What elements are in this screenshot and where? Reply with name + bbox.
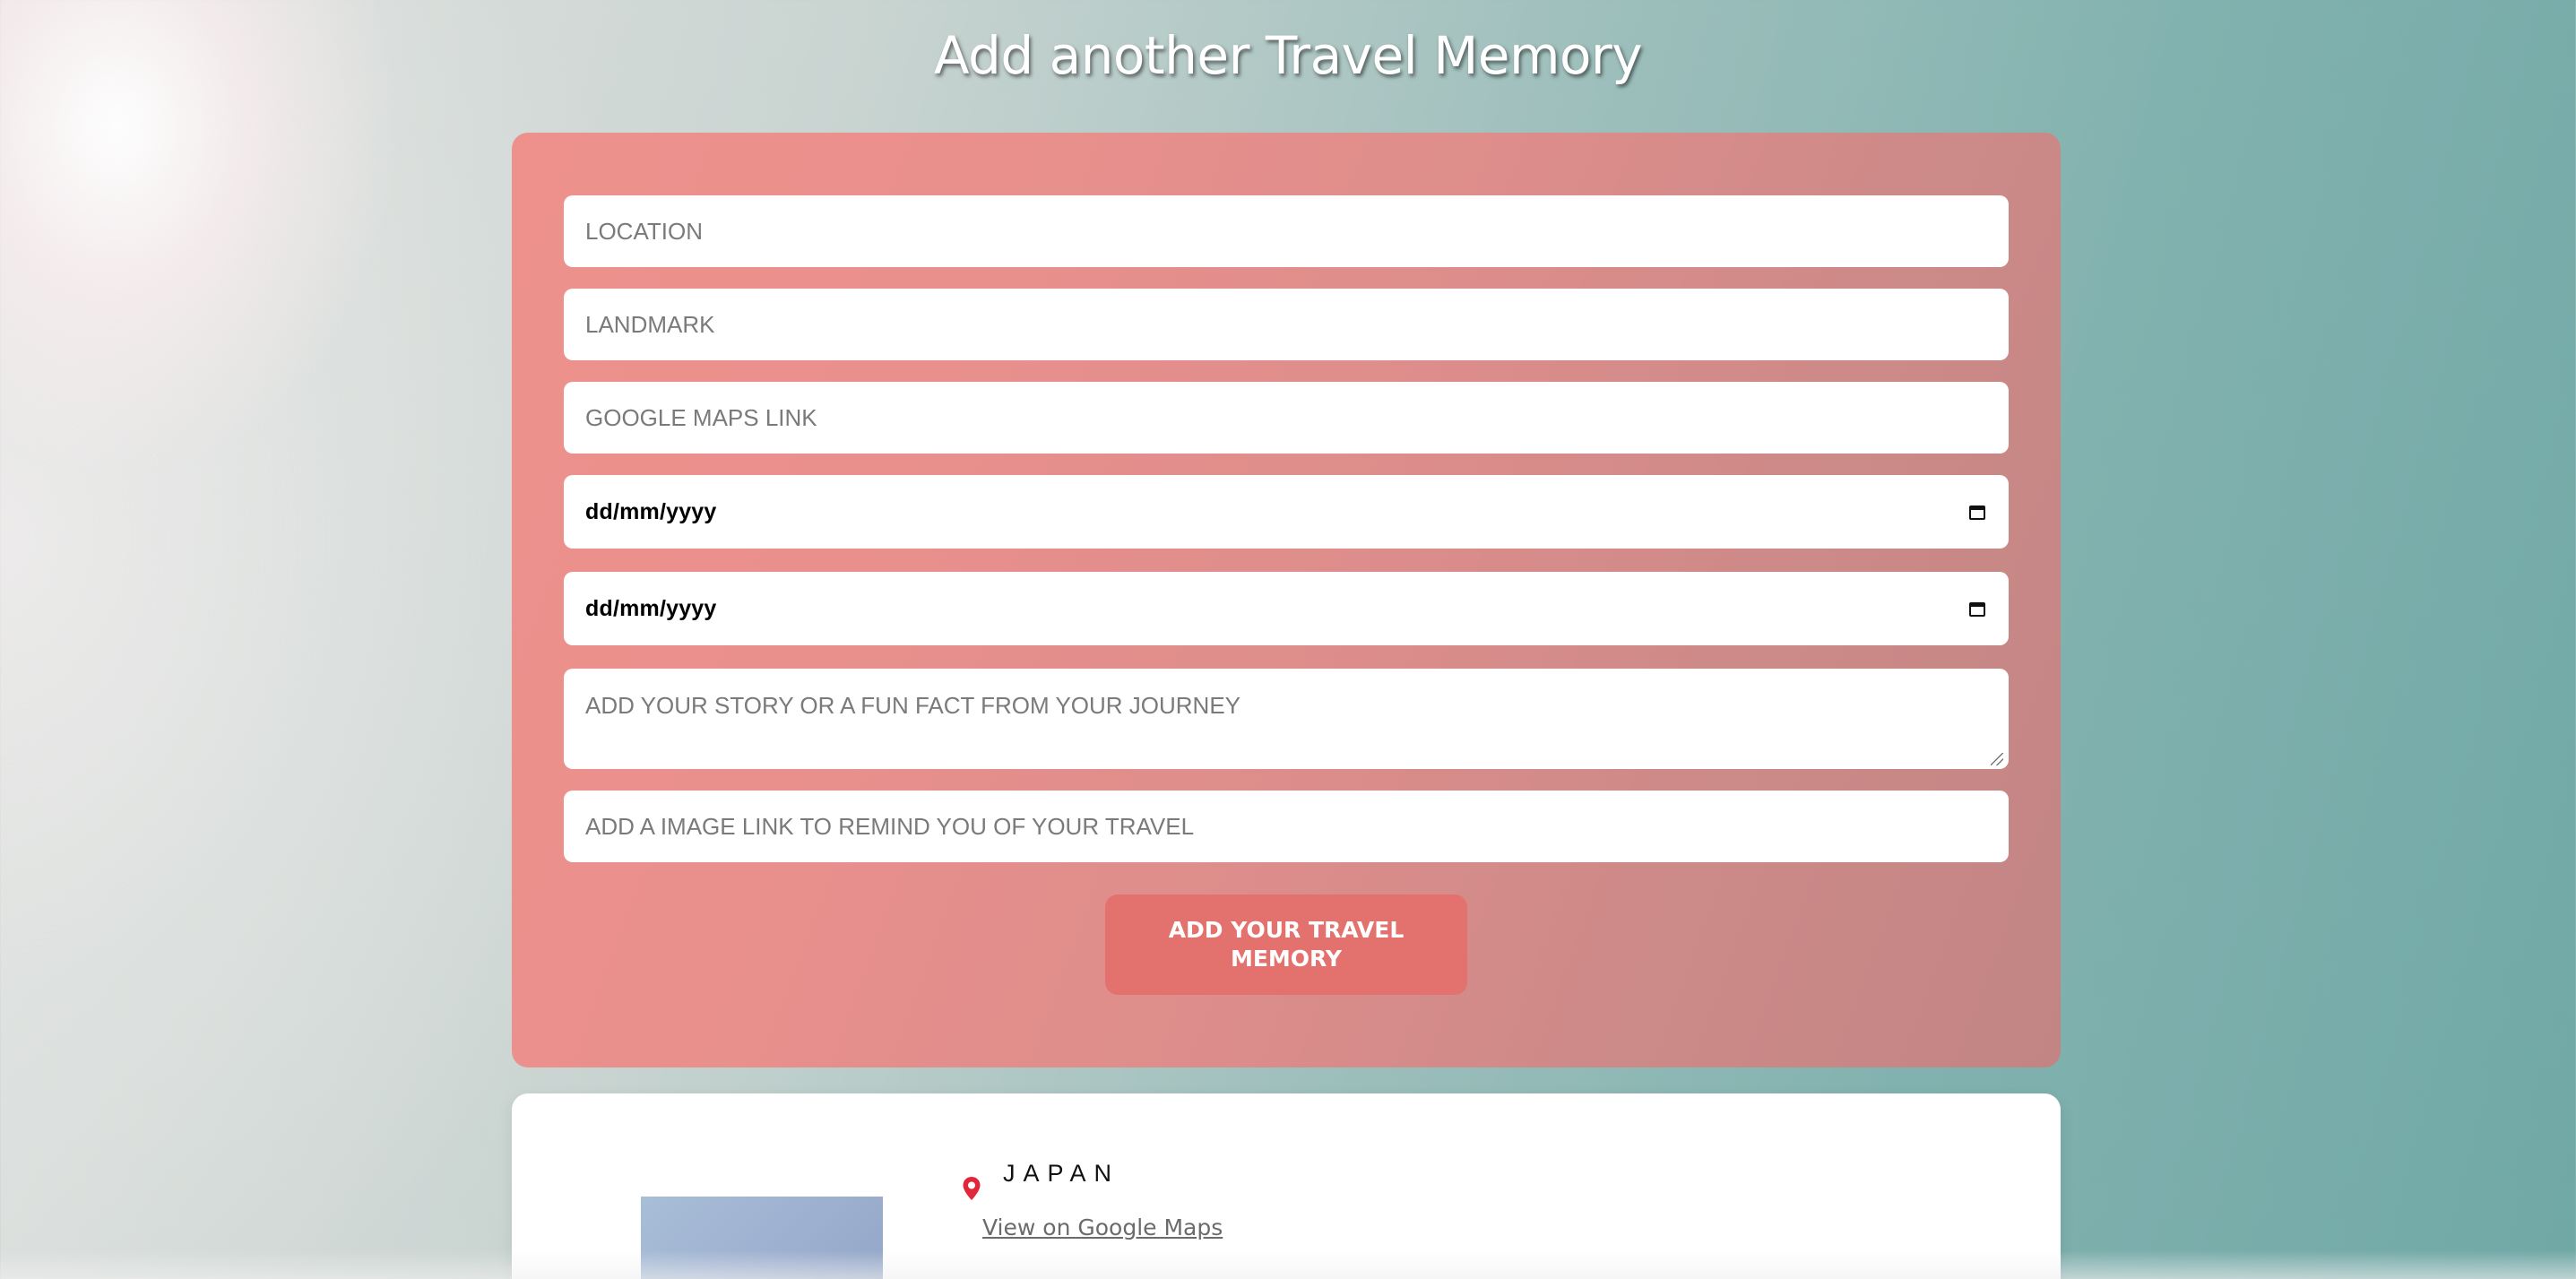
memory-location-name: JAPAN (1003, 1160, 1120, 1187)
story-textarea[interactable]: ADD YOUR STORY OR A FUN FACT FROM YOUR J… (564, 669, 2009, 769)
resize-handle-icon[interactable] (1991, 753, 2003, 765)
start-date-placeholder: dd/mm/yyyy (585, 498, 717, 524)
memory-image (641, 1197, 883, 1279)
memory-card: JAPAN View on Google Maps (512, 1093, 2061, 1279)
view-on-google-maps-link[interactable]: View on Google Maps (982, 1214, 1223, 1240)
calendar-icon[interactable] (1969, 601, 1985, 617)
submit-button-label: ADD YOUR TRAVEL MEMORY (1168, 917, 1405, 972)
end-date-placeholder: dd/mm/yyyy (585, 595, 717, 621)
story-placeholder: ADD YOUR STORY OR A FUN FACT FROM YOUR J… (585, 692, 1241, 719)
calendar-icon[interactable] (1969, 504, 1985, 520)
image-link-input[interactable]: ADD A IMAGE LINK TO REMIND YOU OF YOUR T… (564, 791, 2009, 862)
google-maps-link-placeholder: GOOGLE MAPS LINK (585, 403, 817, 431)
page-title: Add another Travel Memory (933, 25, 1643, 86)
location-placeholder: LOCATION (585, 217, 703, 245)
image-link-placeholder: ADD A IMAGE LINK TO REMIND YOU OF YOUR T… (585, 812, 1195, 840)
landmark-input[interactable]: LANDMARK (564, 289, 2009, 360)
start-date-input[interactable]: dd/mm/yyyy (564, 475, 2009, 549)
end-date-input[interactable]: dd/mm/yyyy (564, 572, 2009, 645)
location-input[interactable]: LOCATION (564, 195, 2009, 267)
add-travel-memory-button[interactable]: ADD YOUR TRAVEL MEMORY (1105, 894, 1467, 995)
google-maps-link-input[interactable]: GOOGLE MAPS LINK (564, 382, 2009, 454)
add-memory-form: LOCATION LANDMARK GOOGLE MAPS LINK dd/mm… (512, 133, 2061, 1067)
landmark-placeholder: LANDMARK (585, 310, 715, 338)
map-pin-icon (963, 1177, 981, 1200)
